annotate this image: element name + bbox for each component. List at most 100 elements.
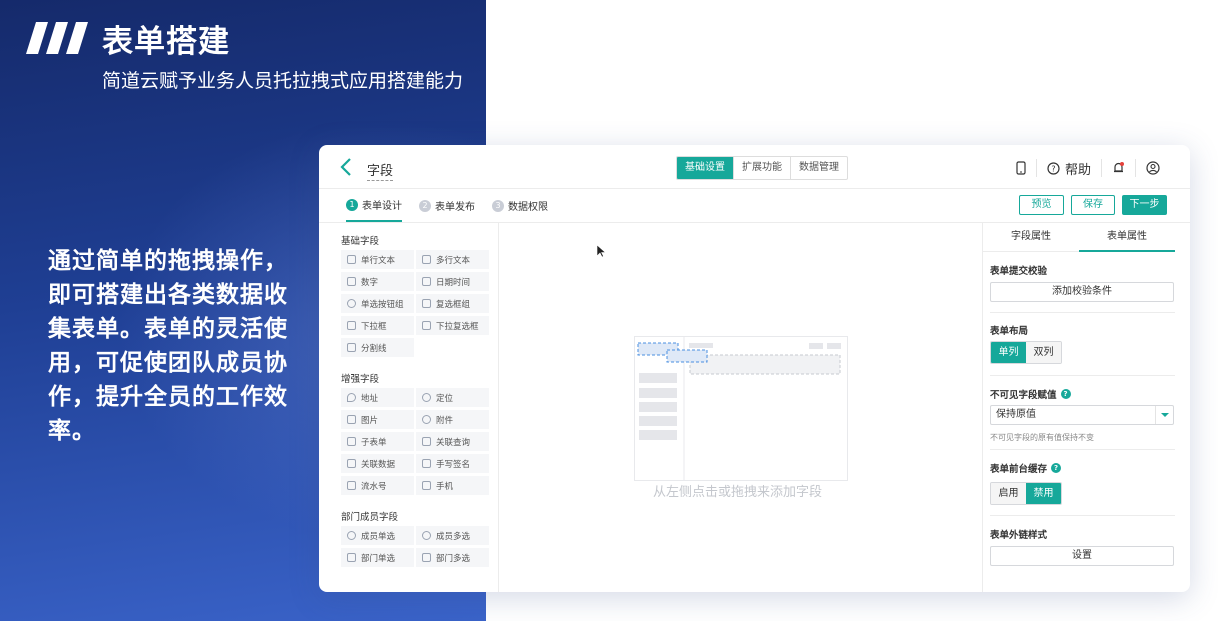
field-label: 附件	[436, 415, 454, 426]
preview-button[interactable]: 预览	[1019, 195, 1064, 215]
field-label: 下拉框	[361, 321, 387, 332]
tab-form-properties[interactable]: 表单属性	[1079, 223, 1175, 252]
layout-single-column[interactable]: 单列	[991, 342, 1026, 363]
field-label: 日期时间	[436, 277, 471, 288]
tab-field-properties[interactable]: 字段属性	[983, 223, 1079, 252]
cache-enable[interactable]: 启用	[991, 483, 1026, 504]
step-form-design[interactable]: 1 表单设计	[346, 189, 402, 222]
cache-disable[interactable]: 禁用	[1026, 483, 1061, 504]
step-label: 表单发布	[435, 202, 475, 213]
svg-text:?: ?	[1051, 164, 1055, 173]
layout-double-column[interactable]: 双列	[1026, 342, 1061, 363]
user-avatar-icon	[1146, 161, 1160, 175]
step-data-permission[interactable]: 3 数据权限	[492, 189, 548, 222]
field-label: 部门单选	[361, 553, 396, 564]
tab-basic-settings[interactable]: 基础设置	[677, 157, 733, 179]
help-icon[interactable]: ?	[1060, 389, 1071, 399]
text-icon	[347, 255, 356, 264]
back-arrow-icon[interactable]	[339, 158, 353, 176]
form-builder-window: 字段 基础设置 扩展功能 数据管理 ? 帮助 1 表单设计 2 表单发布 3 数…	[319, 145, 1190, 592]
validation-title: 表单提交校验	[990, 266, 1048, 277]
field-serial-number[interactable]: 流水号	[341, 476, 414, 495]
step-form-publish[interactable]: 2 表单发布	[419, 189, 475, 222]
save-button[interactable]: 保存	[1071, 195, 1115, 215]
help-button[interactable]: ? 帮助	[1035, 159, 1101, 178]
field-multi-dropdown[interactable]: 下拉复选框	[416, 316, 489, 335]
select-value: 保持原值	[996, 409, 1036, 420]
divider	[990, 449, 1175, 450]
help-icon[interactable]: ?	[1051, 463, 1062, 473]
field-label: 地址	[361, 393, 379, 404]
next-step-button[interactable]: 下一步	[1122, 195, 1167, 215]
mobile-preview-button[interactable]	[1006, 159, 1036, 177]
hero-title: 表单搭建	[102, 24, 230, 60]
layout-title: 表单布局	[990, 326, 1029, 337]
notifications-button[interactable]	[1101, 159, 1135, 177]
departments-icon	[422, 553, 431, 562]
calendar-icon	[422, 277, 431, 286]
field-department-multi[interactable]: 部门多选	[416, 548, 489, 567]
field-radio-group[interactable]: 单选按钮组	[341, 294, 414, 313]
field-phone[interactable]: 手机	[416, 476, 489, 495]
field-address[interactable]: 地址	[341, 388, 414, 407]
field-datetime[interactable]: 日期时间	[416, 272, 489, 291]
field-dropdown[interactable]: 下拉框	[341, 316, 414, 335]
field-subform[interactable]: 子表单	[341, 432, 414, 451]
field-linked-query[interactable]: 关联查询	[416, 432, 489, 451]
field-attachment[interactable]: 附件	[416, 410, 489, 429]
multi-dropdown-icon	[422, 321, 431, 330]
cloud-upload-icon	[422, 415, 431, 424]
invisible-value-description: 不可见字段的原有值保持不变	[990, 433, 1094, 442]
field-label: 多行文本	[436, 255, 471, 266]
field-member-single[interactable]: 成员单选	[341, 526, 414, 545]
form-name-input[interactable]: 字段	[367, 160, 394, 181]
empty-form-illustration	[634, 336, 848, 481]
stripes-logo-icon	[26, 22, 88, 54]
link-query-icon	[422, 437, 431, 446]
user-account-button[interactable]	[1135, 159, 1170, 177]
hero-description: 通过简单的拖拽操作，即可搭建出各类数据收集表单。表单的灵活使用，可促使团队成员协…	[48, 248, 288, 444]
field-checkbox-group[interactable]: 复选框组	[416, 294, 489, 313]
field-divider[interactable]: 分割线	[341, 338, 414, 357]
invisible-field-label: 不可见字段赋值	[990, 390, 1057, 401]
users-icon	[422, 531, 431, 540]
phone-icon	[422, 481, 431, 490]
field-label: 定位	[436, 393, 454, 404]
tab-data-management[interactable]: 数据管理	[790, 157, 847, 179]
help-circle-icon: ?	[1047, 161, 1060, 175]
cache-title: 表单前台缓存 ?	[990, 461, 1062, 475]
cache-label: 表单前台缓存	[990, 464, 1048, 475]
image-icon	[347, 415, 356, 424]
group-title-members: 部门成员字段	[341, 512, 399, 523]
invisible-value-select[interactable]: 保持原值	[990, 405, 1174, 425]
link-style-title: 表单外链样式	[990, 530, 1048, 541]
field-department-single[interactable]: 部门单选	[341, 548, 414, 567]
field-label: 单选按钮组	[361, 299, 404, 310]
field-linked-data[interactable]: 关联数据	[341, 454, 414, 473]
field-multi-line-text[interactable]: 多行文本	[416, 250, 489, 269]
link-style-settings-button[interactable]: 设置	[990, 546, 1174, 566]
field-geolocation[interactable]: 定位	[416, 388, 489, 407]
field-label: 图片	[361, 415, 379, 426]
textarea-icon	[422, 255, 431, 264]
divider-icon	[347, 343, 356, 352]
help-label: 帮助	[1064, 162, 1091, 178]
canvas-empty-hint: 从左侧点击或拖拽来添加字段	[653, 485, 823, 500]
dropdown-icon	[347, 321, 356, 330]
tab-extensions[interactable]: 扩展功能	[733, 157, 790, 179]
divider	[990, 515, 1175, 516]
field-signature[interactable]: 手写签名	[416, 454, 489, 473]
field-label: 下拉复选框	[436, 321, 479, 332]
properties-tabs: 字段属性 表单属性	[983, 223, 1175, 252]
add-validation-button[interactable]: 添加校验条件	[990, 282, 1174, 302]
form-canvas[interactable]: 从左侧点击或拖拽来添加字段	[499, 223, 982, 592]
field-label: 流水号	[361, 481, 387, 492]
field-single-line-text[interactable]: 单行文本	[341, 250, 414, 269]
mouse-cursor-icon	[597, 245, 606, 258]
field-label: 关联查询	[436, 437, 471, 448]
field-number[interactable]: 数字	[341, 272, 414, 291]
field-member-multi[interactable]: 成员多选	[416, 526, 489, 545]
step-bar: 1 表单设计 2 表单发布 3 数据权限 预览 保存 下一步	[319, 189, 1190, 223]
field-image[interactable]: 图片	[341, 410, 414, 429]
field-label: 关联数据	[361, 459, 396, 470]
